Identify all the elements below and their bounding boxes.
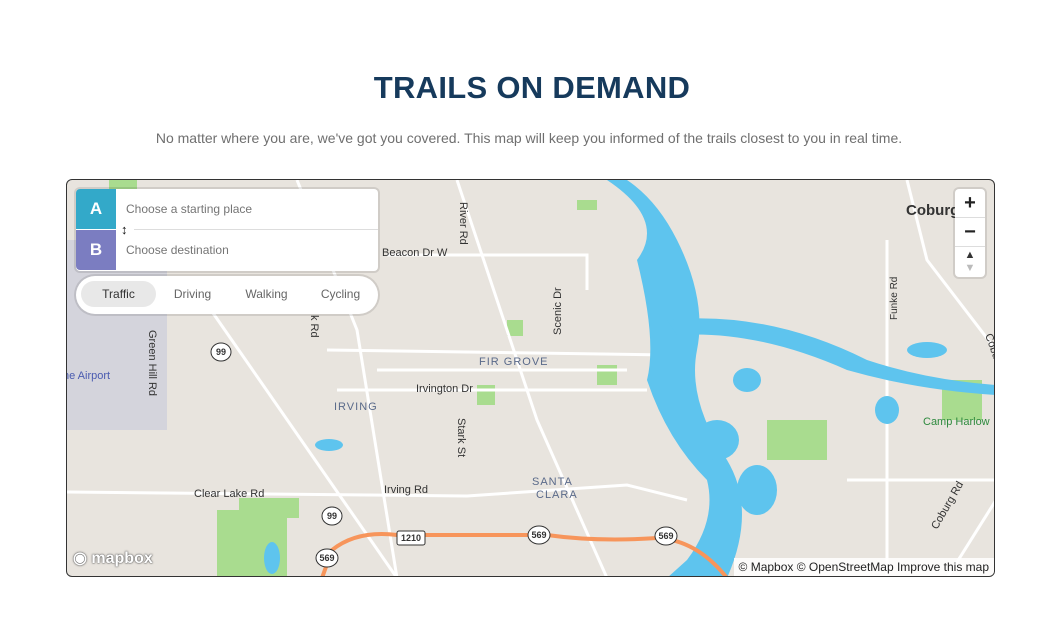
svg-text:Cobu: Cobu [982,332,995,361]
svg-text:1210: 1210 [401,533,421,543]
svg-text:River Rd: River Rd [457,202,469,245]
svg-text:Camp Harlow: Camp Harlow [923,416,990,428]
svg-text:Green Hill Rd: Green Hill Rd [146,330,158,396]
origin-label: A [76,189,116,229]
svg-text:569: 569 [658,531,673,541]
directions-panel: A B ↕ [76,189,378,271]
destination-input[interactable] [126,230,366,270]
svg-text:CLARA: CLARA [536,489,578,501]
svg-text:Coburg Rd: Coburg Rd [929,479,966,531]
compass-icon[interactable]: ▲ ▼ [955,247,985,276]
svg-text:Irvington Dr: Irvington Dr [416,383,473,395]
map[interactable]: Coburg River Rd Beacon Dr W Scenic Dr Gr… [66,179,995,577]
svg-text:Funke Rd: Funke Rd [889,277,900,320]
svg-text:Irving Rd: Irving Rd [384,484,428,496]
attribution[interactable]: © Mapbox © OpenStreetMap Improve this ma… [733,558,994,576]
svg-text:IRVING: IRVING [334,401,378,413]
svg-text:SANTA: SANTA [532,476,573,488]
svg-text:Beacon Dr W: Beacon Dr W [382,247,448,259]
swap-vertical-icon[interactable]: ↕ [121,222,128,237]
svg-text:Clear Lake Rd: Clear Lake Rd [194,488,264,500]
tab-cycling[interactable]: Cycling [303,281,378,307]
zoom-out-button[interactable]: − [955,218,985,247]
travel-mode-tabs: Traffic Driving Walking Cycling [76,276,378,314]
zoom-controls: + − ▲ ▼ [955,189,985,277]
tab-walking[interactable]: Walking [229,281,304,307]
svg-text:Coburg: Coburg [906,202,959,219]
mapbox-logo[interactable]: ◉ mapbox [73,548,153,568]
svg-text:569: 569 [531,530,546,540]
svg-text:99: 99 [216,347,226,357]
zoom-in-button[interactable]: + [955,189,985,218]
page-title: TRAILS ON DEMAND [373,70,691,105]
svg-text:Stark St: Stark St [455,418,467,457]
page-subtitle: No matter where you are, we've got you c… [155,130,903,146]
svg-text:Scenic Dr: Scenic Dr [552,287,564,335]
svg-text:he Airport: he Airport [67,370,110,382]
destination-label: B [76,230,116,270]
svg-text:FIR GROVE: FIR GROVE [479,356,549,368]
svg-text:k Rd: k Rd [308,315,320,338]
svg-text:99: 99 [327,511,337,521]
origin-input[interactable] [126,189,366,229]
tab-driving[interactable]: Driving [155,281,230,307]
svg-text:569: 569 [319,553,334,563]
tab-traffic[interactable]: Traffic [81,281,156,307]
